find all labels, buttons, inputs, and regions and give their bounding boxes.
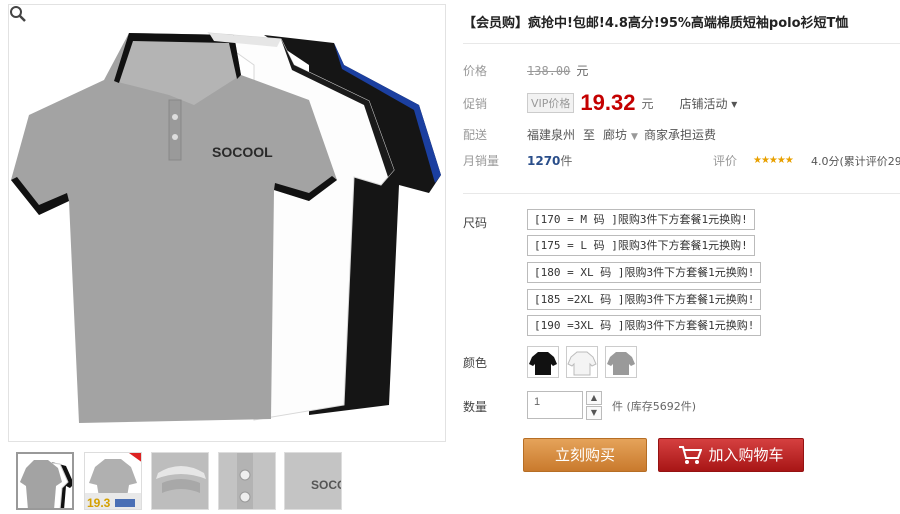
price-panel: 价格 138.00 元 促销 VIP价格 19.32 元 店铺活动 ▾ 配送 福…: [463, 43, 900, 193]
size-option-xl[interactable]: [180 = XL 码 ]限购3件下方套餐1元换购!: [527, 262, 762, 283]
thumbnail-2[interactable]: 19.3: [84, 452, 142, 510]
shopping-cart-icon: [679, 446, 703, 464]
original-price: 138.00: [527, 63, 571, 78]
shirt-logo-text: SOCOOL: [212, 144, 273, 160]
color-swatch-black[interactable]: [527, 346, 559, 378]
price-label: 价格: [463, 64, 488, 78]
ship-destination: 廊坊: [603, 128, 628, 142]
promo-row: 促销 VIP价格 19.32 元 店铺活动 ▾: [463, 90, 737, 116]
sales-count: 1270: [527, 153, 561, 168]
add-to-cart-label: 加入购物车: [708, 446, 784, 464]
black-shirt-icon: [529, 352, 557, 375]
product-title: 【会员购】疯抢中!包邮!4.8高分!95%高端棉质短袖polo衫短T恤: [463, 16, 849, 31]
size-label: 尺码: [463, 216, 488, 230]
price-row: 价格 138.00 元: [463, 62, 588, 79]
size-option-l[interactable]: [175 = L 码 ]限购3件下方套餐1元换购!: [527, 235, 755, 256]
thumbnail-1[interactable]: [16, 452, 74, 510]
thumbnail-5[interactable]: SOCOOL: [284, 452, 342, 510]
ship-from: 福建泉州: [527, 128, 576, 142]
white-shirt-icon: [567, 351, 597, 376]
shipping-row: 配送 福建泉州 至 廊坊 ▼ 商家承担运费: [463, 126, 716, 143]
color-swatch-gray[interactable]: [605, 346, 637, 378]
color-swatch-white[interactable]: [566, 346, 598, 378]
thumb-promo-icon: 19.3: [85, 453, 141, 510]
sales-unit: 件: [560, 154, 573, 168]
original-price-unit: 元: [576, 64, 589, 78]
size-option-2xl[interactable]: [185 =2XL 码 ]限购3件下方套餐1元换购!: [527, 289, 762, 310]
zoom-icon[interactable]: [9, 5, 27, 23]
thumb-price-badge: 19.3: [87, 496, 111, 510]
quantity-decrease-button[interactable]: ▼: [586, 406, 602, 420]
size-option-m[interactable]: [170 = M 码 ]限购3件下方套餐1元换购!: [527, 209, 755, 230]
add-to-cart-button[interactable]: 加入购物车: [658, 438, 804, 472]
sales-label: 月销量: [463, 154, 500, 168]
ship-destination-select[interactable]: 廊坊 ▼: [603, 126, 644, 143]
divider: [463, 193, 900, 194]
thumb-logo-icon: SOCOOL: [285, 453, 342, 509]
sales-row: 月销量 1270 件 评价 ★★★★★ 4.0分(累计评价29: [463, 152, 900, 169]
size-option-3xl[interactable]: [190 =3XL 码 ]限购3件下方套餐1元换购!: [527, 315, 762, 336]
buy-now-button[interactable]: 立刻购买: [523, 438, 647, 472]
shipping-fee: 商家承担运费: [643, 128, 716, 142]
rating-stars-icon: ★★★★★: [753, 155, 794, 166]
thumb-shirts-icon: [18, 454, 72, 508]
thumb-button-icon: [219, 453, 275, 509]
thumb-collar-icon: [152, 453, 208, 509]
quantity-input[interactable]: 1: [527, 391, 583, 419]
shipping-label: 配送: [463, 128, 488, 142]
rating-text[interactable]: 4.0分(累计评价29: [811, 153, 900, 169]
quantity-increase-button[interactable]: ▲: [586, 391, 602, 405]
gray-shirt-icon: [607, 352, 635, 375]
promo-label: 促销: [463, 96, 488, 111]
promo-price-unit: 元: [641, 96, 654, 111]
store-activity-dropdown[interactable]: 店铺活动 ▾: [679, 95, 737, 112]
quantity-label: 数量: [463, 400, 488, 414]
product-main-image[interactable]: SOCOOL: [8, 4, 446, 442]
thumbnail-strip: 19.3 SOCOOL: [8, 448, 446, 510]
chevron-down-icon: ▼: [631, 132, 638, 142]
promo-price: 19.32: [580, 90, 636, 115]
stock-text: 件 (库存5692件): [612, 400, 697, 413]
thumbnail-3[interactable]: [151, 452, 209, 510]
rating-label: 评价: [713, 154, 738, 168]
vip-price-tag: VIP价格: [527, 93, 575, 113]
ship-to-word: 至: [583, 128, 596, 142]
thumbnail-4[interactable]: [218, 452, 276, 510]
color-label: 颜色: [463, 356, 488, 370]
thumb-logo-text: SOCOOL: [311, 478, 342, 492]
polo-shirts-image: SOCOOL: [11, 32, 441, 423]
